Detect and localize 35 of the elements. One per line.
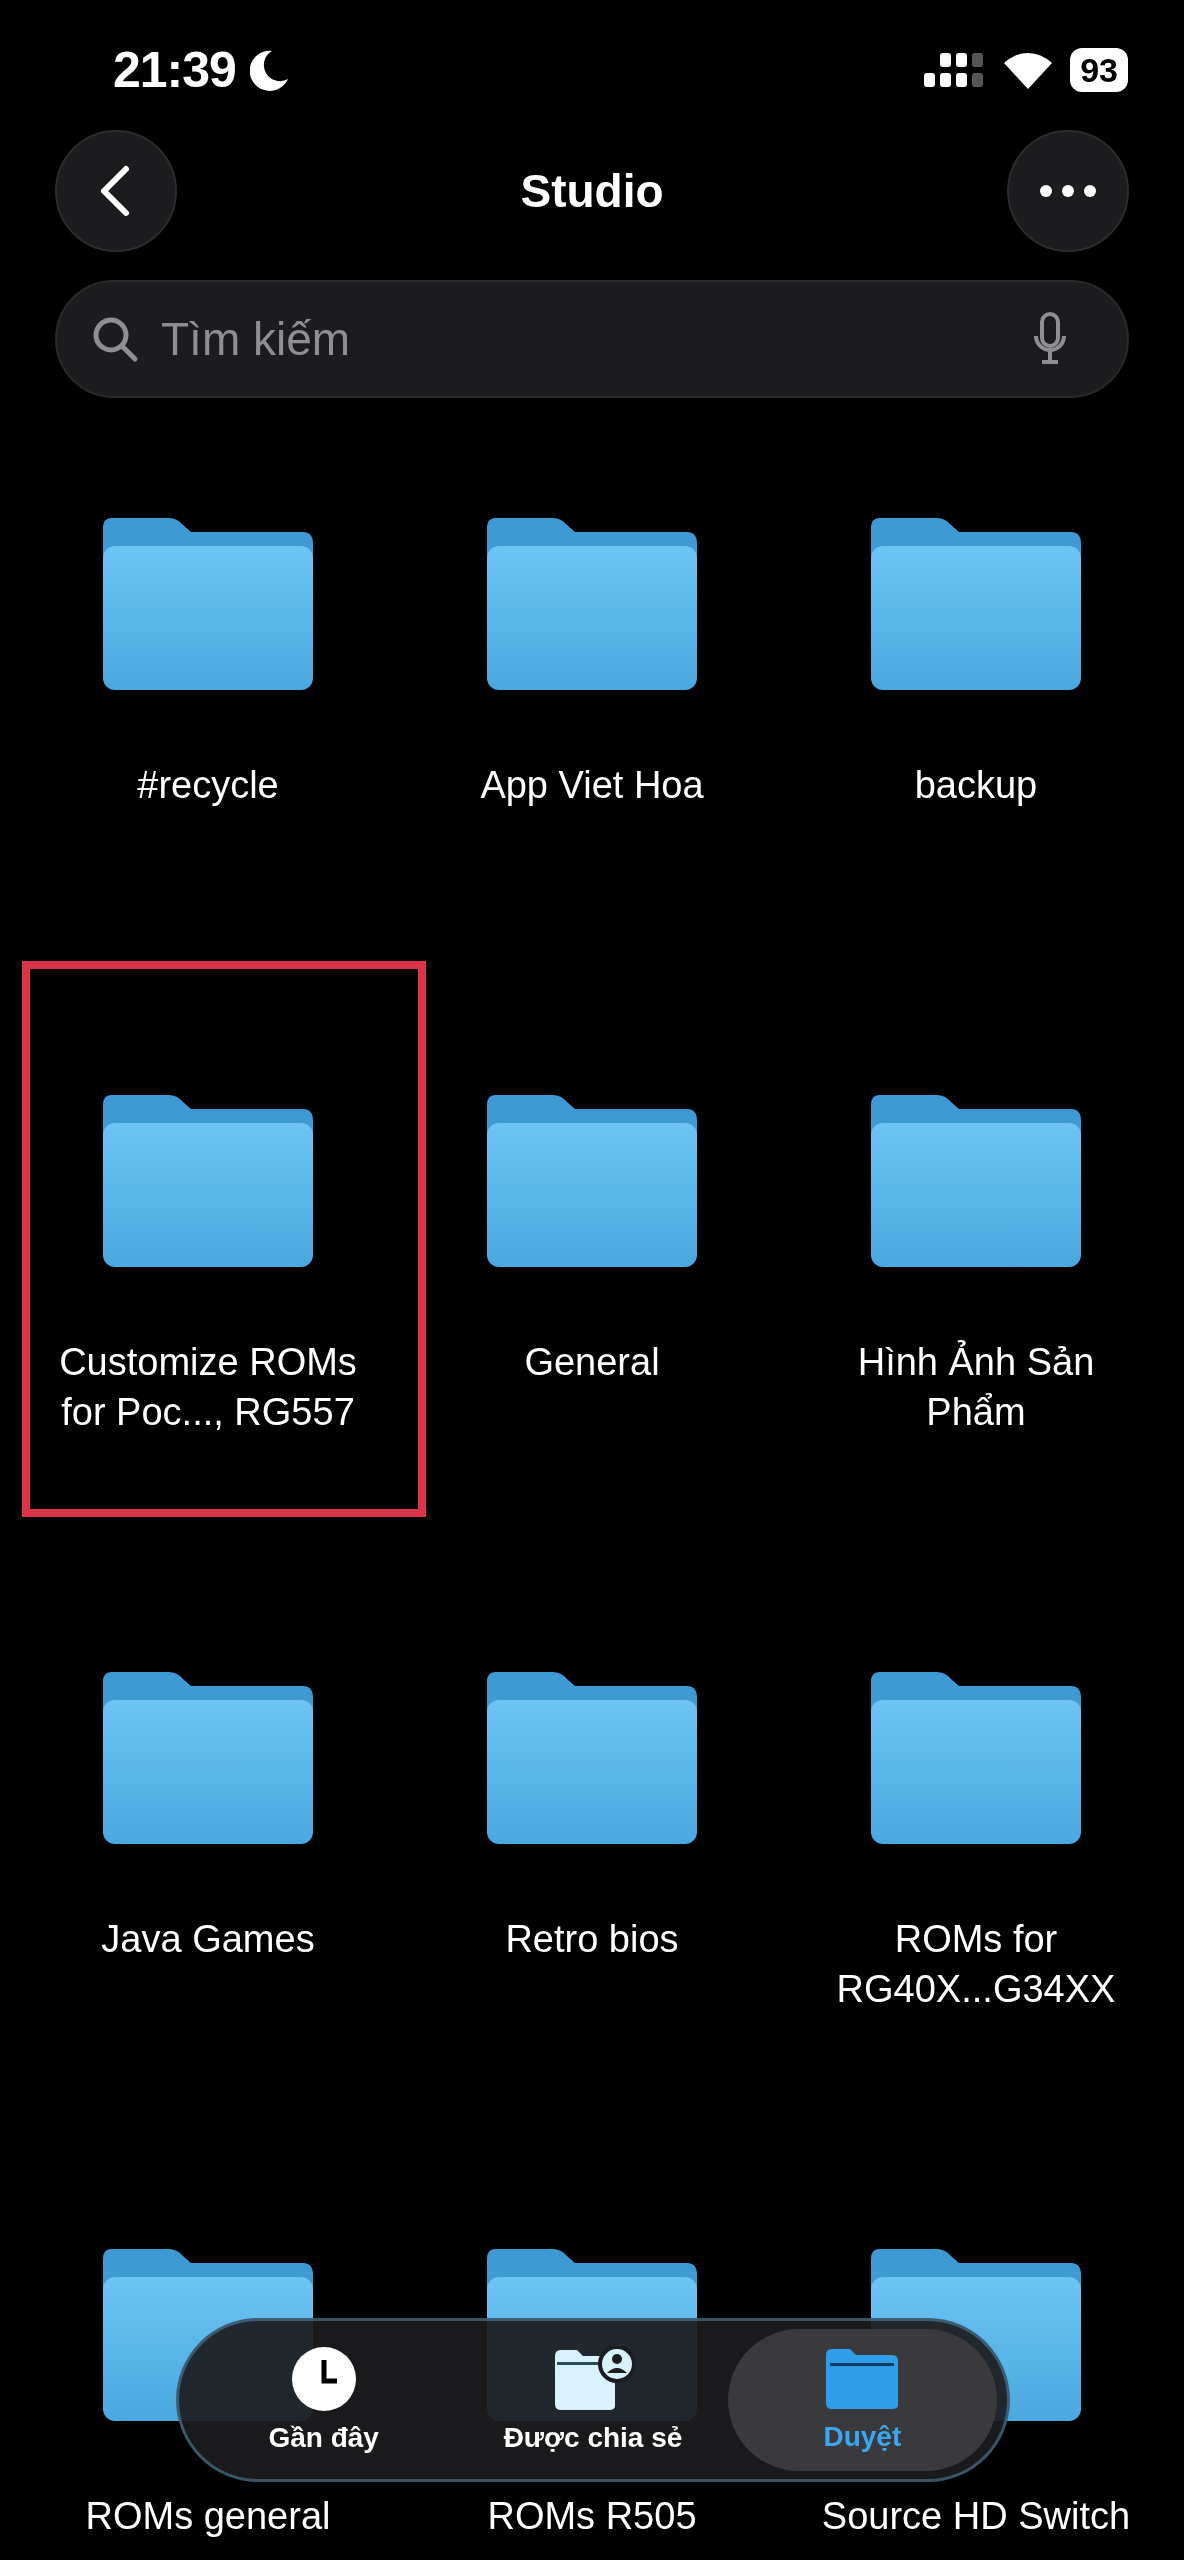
folder-name: #recycle [136,763,280,808]
search-icon [91,315,139,363]
folder-name: General [523,1340,661,1385]
folder-icon[interactable] [869,1672,1083,1844]
folder-icon[interactable] [101,518,315,690]
folder-name: Source HD Switch [820,2494,1132,2539]
folder-icon[interactable] [485,518,699,690]
folder-icon[interactable] [485,1095,699,1267]
battery-level: 93 [1070,48,1128,92]
folder-icon[interactable] [485,1672,699,1844]
folder-icon[interactable] [101,1095,315,1267]
folder-name: Retro bios [504,1917,680,1962]
status-time: 21:39 [113,41,236,99]
tab[interactable]: Gần đây [189,2329,459,2471]
folder-icon[interactable] [869,1095,1083,1267]
folder-name: backup [913,763,1039,808]
clock-icon [290,2346,357,2412]
folder-name: ROMs R505 [486,2494,698,2539]
folder-icon [824,2347,901,2411]
folder-name: Java Games [100,1917,316,1962]
folder-name: Hình Ảnh Sản Phẩm [856,1339,1096,1435]
folder-name: Customize ROMs for Poc..., RG557 [58,1340,358,1435]
folder-icon[interactable] [869,518,1083,690]
folder-name: ROMs for RG40X...G34XX [835,1917,1117,2012]
search-field[interactable]: Tìm kiếm [55,280,1129,398]
tab[interactable]: Duyệt [727,2329,997,2471]
search-input[interactable]: Tìm kiếm [159,311,1013,367]
more-icon [1040,185,1096,197]
microphone-icon[interactable] [1033,312,1067,366]
tab[interactable]: Được chia sẻ [458,2329,728,2471]
folder-name: ROMs general [84,2494,332,2539]
folder-icon[interactable] [101,1672,315,1844]
page-title: Studio [520,164,664,218]
moon-icon [249,49,290,91]
folder-name: App Viet Hoa [479,763,705,808]
